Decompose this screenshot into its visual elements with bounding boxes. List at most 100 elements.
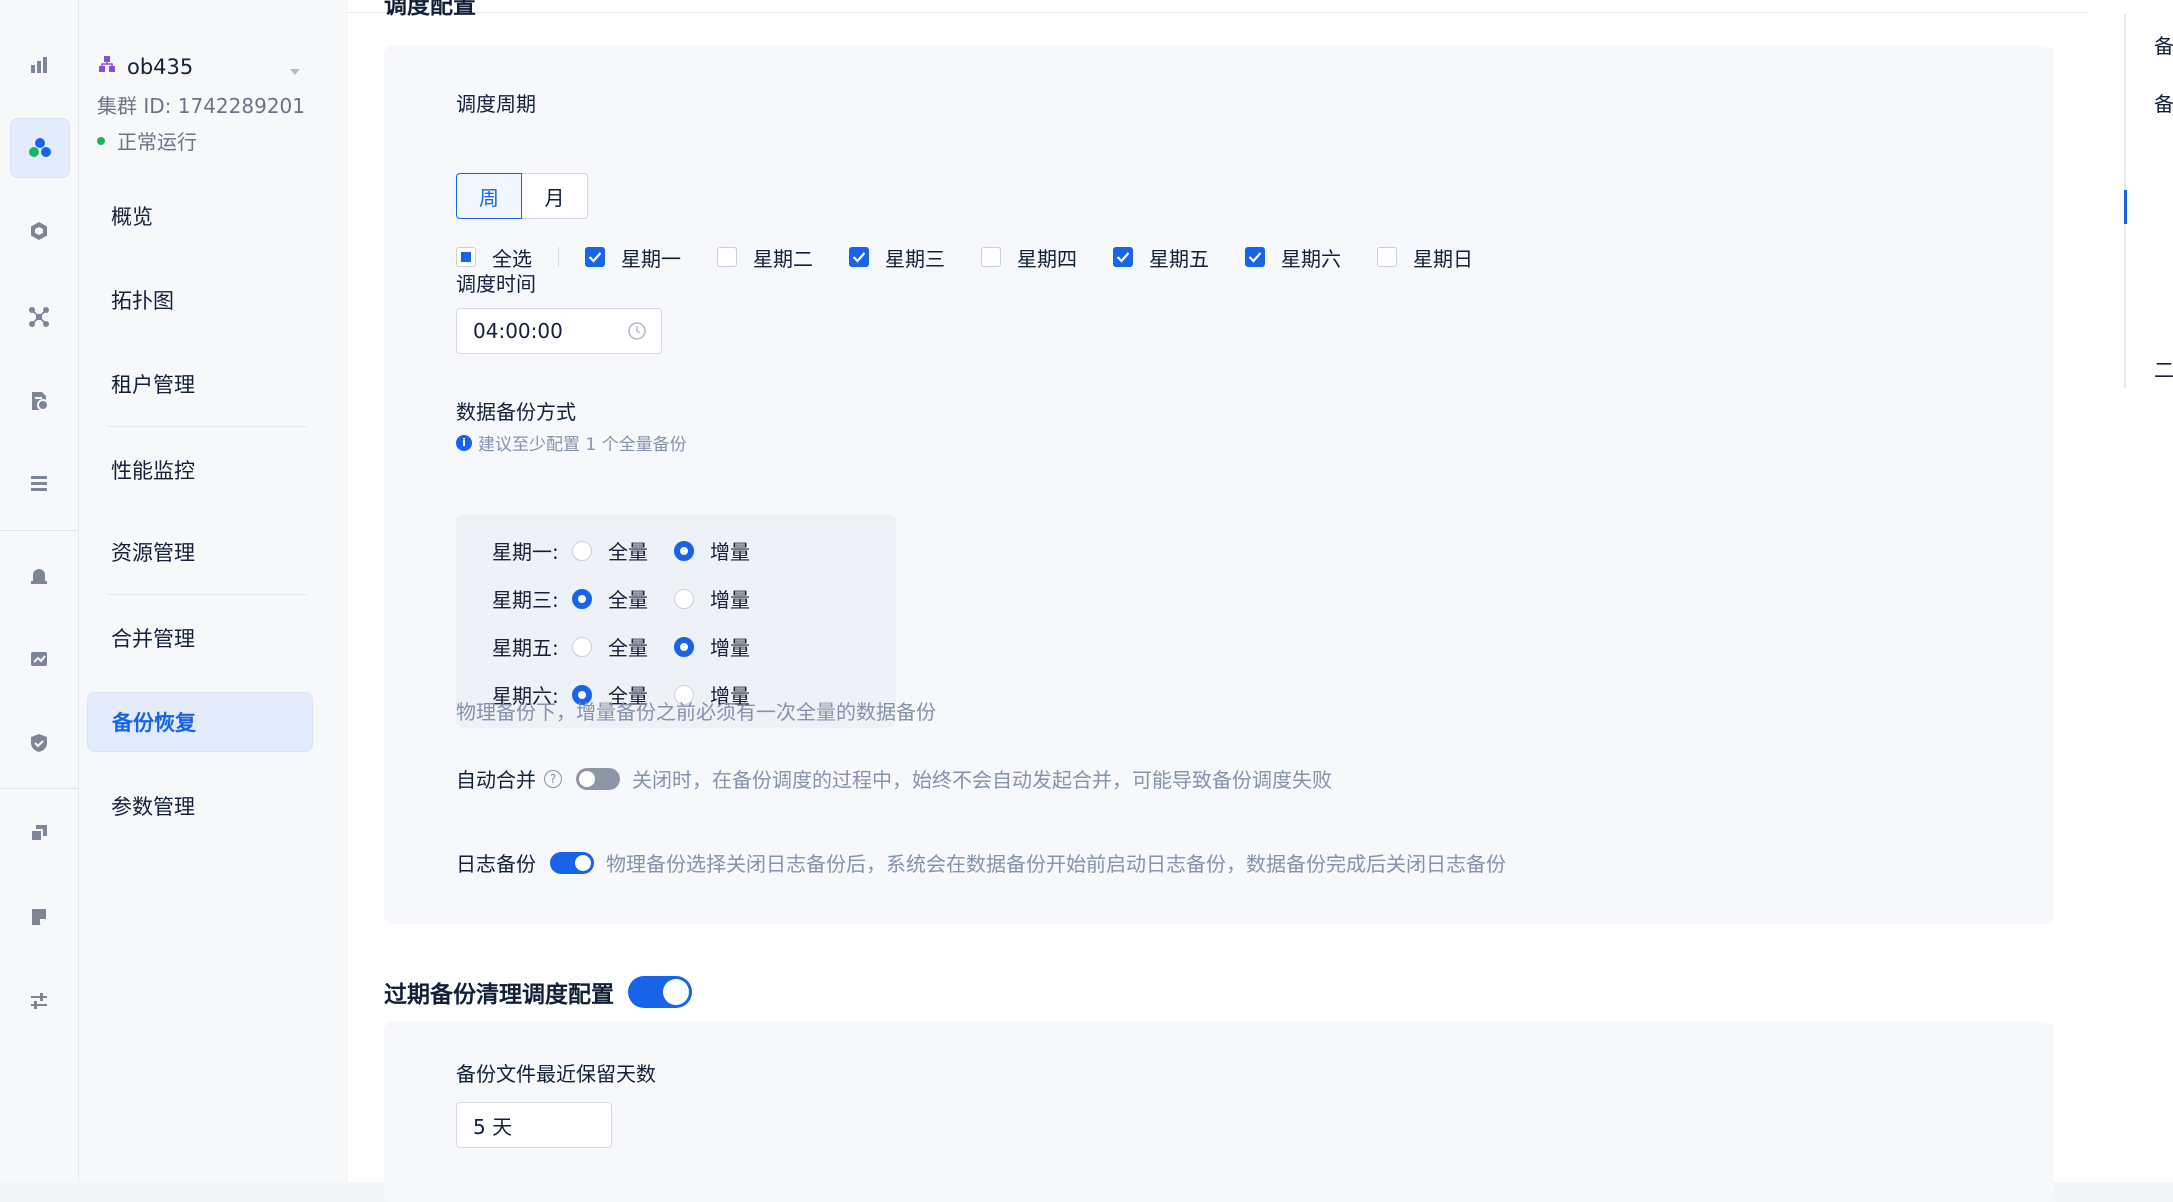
menu-item-backup[interactable]: 备份恢复 — [87, 692, 313, 752]
day-checkbox-sat[interactable]: 星期六 — [1245, 243, 1341, 272]
period-month-button[interactable]: 月 — [522, 173, 588, 219]
cluster-name[interactable]: ob435 — [97, 54, 193, 79]
menu-item-parameters[interactable]: 参数管理 — [87, 776, 313, 836]
auto-merge-desc: 关闭时，在备份调度的过程中，始终不会自动发起合并，可能导致备份调度失败 — [632, 768, 1332, 792]
day-label: 星期二 — [753, 246, 813, 271]
log-backup-desc: 物理备份选择关闭日志备份后，系统会在数据备份开始前启动日志备份，数据备份完成后关… — [606, 852, 1506, 876]
cluster-status: 正常运行 — [97, 126, 197, 155]
menu-item-label: 备份恢复 — [112, 711, 196, 735]
day-checkboxes: 全选 星期一 星期二 星期三 星期四 星期五 星期六 星期日 — [456, 242, 1473, 272]
schedule-card: 调度周期 周 月 全选 星期一 星期二 星期三 星期四 星期五 星期六 星期日 … — [384, 46, 2054, 924]
info-icon: i — [456, 434, 472, 451]
cluster-icon[interactable] — [10, 118, 70, 178]
radio-incr-label: 增量 — [710, 540, 750, 564]
radio-incr[interactable] — [674, 588, 694, 609]
menu-item-merge[interactable]: 合并管理 — [87, 608, 313, 668]
unchecked-icon — [981, 247, 1001, 267]
monitor-chart-icon[interactable] — [10, 630, 68, 688]
topology-icon[interactable] — [10, 288, 68, 346]
mode-day-label: 星期三: — [492, 588, 559, 612]
mode-day-label: 星期五: — [492, 636, 559, 660]
cluster-menu: ob435 集群 ID: 1742289201 正常运行 概览 拓扑图 租户管理… — [79, 0, 347, 1182]
divider — [558, 247, 559, 267]
day-checkbox-tue[interactable]: 星期二 — [717, 243, 813, 272]
day-checkbox-sun[interactable]: 星期日 — [1377, 243, 1473, 272]
retain-days-input[interactable]: 5 天 — [456, 1102, 612, 1148]
anchor-active-marker — [2124, 190, 2127, 224]
menu-item-label: 参数管理 — [111, 795, 195, 819]
alarm-icon[interactable] — [10, 546, 68, 604]
cleanup-switch[interactable] — [628, 976, 692, 1008]
menu-item-overview[interactable]: 概览 — [87, 186, 313, 246]
menu-item-performance[interactable]: 性能监控 — [87, 440, 313, 500]
mode-hint-text: 建议至少配置 1 个全量备份 — [478, 435, 687, 455]
anchor-item[interactable]: 二 — [2154, 354, 2173, 383]
day-checkbox-thu[interactable]: 星期四 — [981, 243, 1077, 272]
menu-item-label: 资源管理 — [111, 541, 195, 565]
log-backup-switch[interactable] — [550, 851, 594, 874]
period-label: 调度周期 — [456, 92, 536, 116]
log-backup-label: 日志备份 — [456, 852, 536, 876]
mode-hint: i 建议至少配置 1 个全量备份 — [456, 430, 687, 455]
auto-merge-label: 自动合并 — [456, 768, 536, 792]
cluster-tree-icon — [97, 54, 117, 79]
cleanup-section-title: 过期备份清理调度配置 — [384, 975, 704, 1009]
list-icon[interactable] — [10, 454, 68, 512]
day-checkbox-mon[interactable]: 星期一 — [585, 243, 681, 272]
chart-bar-icon[interactable] — [10, 36, 68, 94]
sliders-icon[interactable] — [10, 972, 68, 1030]
copy-icon[interactable] — [10, 804, 68, 862]
anchor-item[interactable]: 备 — [2154, 30, 2173, 59]
mode-day-label: 星期一: — [492, 540, 559, 564]
mode-row-wed: 星期三: 全量 增量 — [492, 584, 750, 613]
document-gear-icon[interactable] — [10, 372, 68, 430]
auto-merge-switch[interactable] — [576, 767, 620, 790]
mode-row-fri: 星期五: 全量 增量 — [492, 632, 750, 661]
cleanup-title-text: 过期备份清理调度配置 — [384, 982, 614, 1008]
menu-item-topology[interactable]: 拓扑图 — [87, 270, 313, 330]
unchecked-icon — [1377, 247, 1397, 267]
chevron-down-icon[interactable] — [288, 62, 302, 81]
menu-item-resources[interactable]: 资源管理 — [87, 522, 313, 582]
indeterminate-icon — [456, 247, 476, 267]
cluster-id: 集群 ID: 1742289201 — [97, 94, 305, 118]
anchor-nav: 备 备 二 — [2088, 0, 2173, 1182]
auto-merge-row: 自动合并 ? 关闭时，在备份调度的过程中，始终不会自动发起合并，可能导致备份调度… — [456, 764, 1332, 793]
day-label: 星期五 — [1149, 246, 1209, 271]
radio-full[interactable] — [572, 540, 592, 561]
radio-incr[interactable] — [674, 636, 694, 657]
retain-label: 备份文件最近保留天数 — [456, 1062, 656, 1086]
time-value: 04:00:00 — [473, 319, 563, 343]
radio-full[interactable] — [572, 588, 592, 609]
radio-full-label: 全量 — [608, 588, 648, 612]
day-checkbox-fri[interactable]: 星期五 — [1113, 243, 1209, 272]
clock-icon — [627, 321, 647, 346]
day-checkbox-wed[interactable]: 星期三 — [849, 243, 945, 272]
period-week-button[interactable]: 周 — [456, 173, 522, 219]
day-label: 星期三 — [885, 246, 945, 271]
question-icon[interactable]: ? — [544, 769, 562, 788]
check-icon — [849, 247, 869, 267]
cluster-name-text: ob435 — [127, 54, 194, 79]
day-label: 星期四 — [1017, 246, 1077, 271]
schedule-section-title: 调度配置 — [384, 0, 476, 19]
shield-icon[interactable] — [10, 714, 68, 772]
retain-days-value: 5 天 — [473, 1114, 513, 1139]
radio-full-label: 全量 — [608, 636, 648, 660]
time-label: 调度时间 — [456, 272, 536, 296]
main-content: 调度配置 调度周期 周 月 全选 星期一 星期二 星期三 星期四 星期五 星期六… — [348, 0, 2088, 1202]
time-picker[interactable]: 04:00:00 — [456, 308, 662, 354]
menu-item-label: 拓扑图 — [111, 289, 174, 313]
check-icon — [1245, 247, 1265, 267]
radio-incr-label: 增量 — [710, 588, 750, 612]
menu-item-tenants[interactable]: 租户管理 — [87, 354, 313, 414]
day-label: 星期一 — [621, 246, 681, 271]
anchor-item[interactable]: 备 — [2154, 88, 2173, 117]
radio-full[interactable] — [572, 636, 592, 657]
radio-incr-label: 增量 — [710, 636, 750, 660]
radio-incr[interactable] — [674, 540, 694, 561]
mode-row-mon: 星期一: 全量 增量 — [492, 536, 750, 565]
icon-rail — [0, 0, 79, 1182]
note-icon[interactable] — [10, 888, 68, 946]
hexagon-icon[interactable] — [10, 202, 68, 260]
